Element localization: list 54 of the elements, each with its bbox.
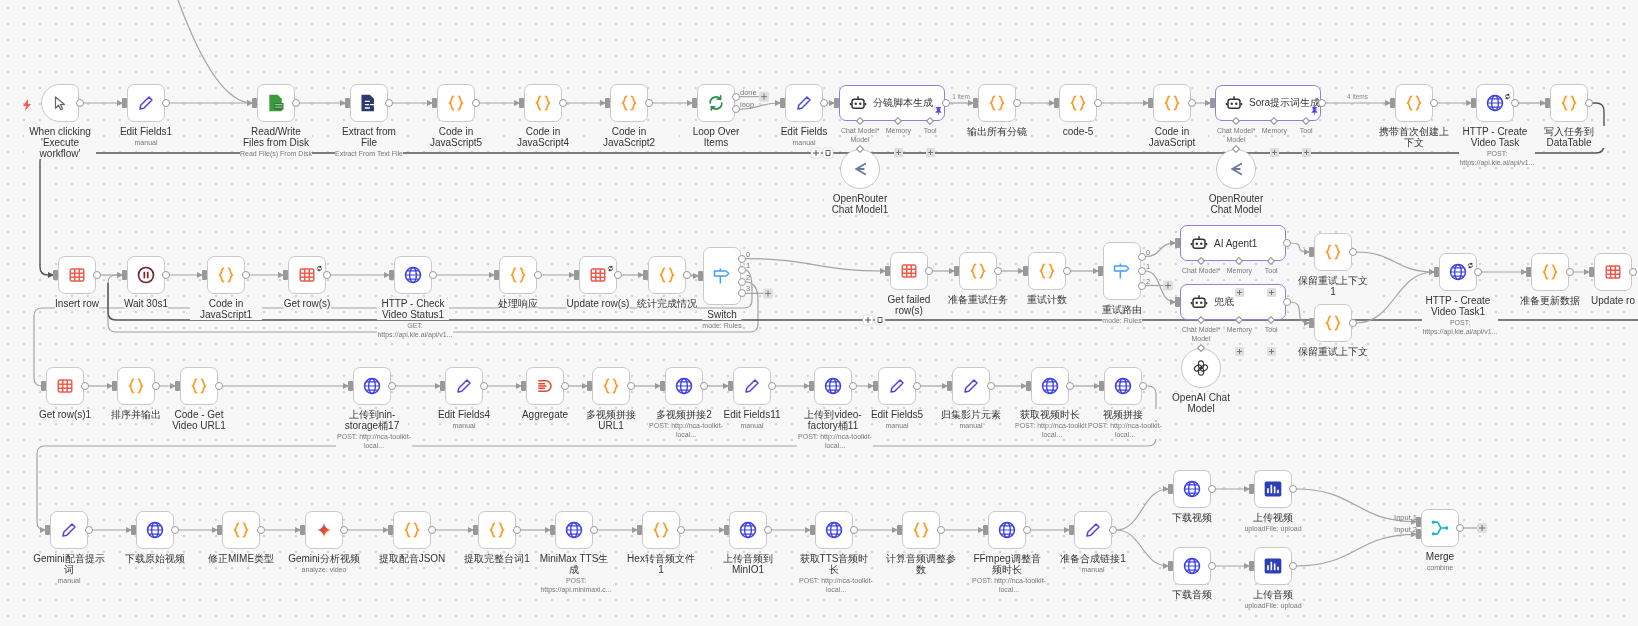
node-label: 输出所有分镜 xyxy=(967,126,1027,137)
node-label: Code in JavaScript1 xyxy=(190,298,262,320)
node-label: 归集影片元素 xyxy=(941,409,1001,420)
node-label: 准备重试任务 xyxy=(948,294,1008,305)
agent-node[interactable]: AI Agent1 xyxy=(1180,225,1286,261)
node-label: Edit Fields xyxy=(780,126,828,137)
node-title: Sora提示词生成 xyxy=(1249,96,1321,110)
node-label: Read/Write Files from Disk xyxy=(240,126,312,148)
node-label: 重试路由 xyxy=(1102,304,1142,315)
node-label: 提取配音JSON xyxy=(378,553,446,564)
node-label: code-5 xyxy=(1062,126,1094,137)
node-label: 携带首次创建上下文 xyxy=(1378,126,1450,148)
node-label: 准备更新数据 xyxy=(1520,295,1580,306)
node-label: 下载音频 xyxy=(1172,589,1212,600)
node-label: 修正MIME类型 xyxy=(207,553,275,564)
node-title: AI Agent1 xyxy=(1214,237,1258,249)
node-label: 获取TTS音频时长 xyxy=(798,553,870,575)
node-label: Edit Fields11 xyxy=(723,409,781,420)
node-label: Edit Fields4 xyxy=(437,409,491,420)
node-label: Aggregate xyxy=(521,409,569,420)
node-label: FFmpeg调整音频时长 xyxy=(971,553,1043,575)
agent-node[interactable]: 兜底 xyxy=(1180,284,1286,320)
node-label: Gemini分析视频 xyxy=(288,553,360,564)
node-label: 下载原始视频 xyxy=(125,553,185,564)
node-label: Update ro xyxy=(1591,295,1635,306)
node-label: Wait 30s1 xyxy=(123,298,169,309)
node-label: Update row(s) xyxy=(566,298,630,309)
node-label: 统计完成情况 xyxy=(637,298,697,309)
node-label: MiniMax TTS生成 xyxy=(538,553,610,575)
node-label: 排序并输出 xyxy=(111,409,161,420)
agent-node[interactable]: Sora提示词生成 xyxy=(1215,85,1321,121)
node-label: 下载视频 xyxy=(1172,512,1212,523)
agent-node[interactable]: 分镜脚本生成 xyxy=(839,85,945,121)
node-label: 准备合成链接1 xyxy=(1060,553,1126,564)
node-label: 提取完整台词1 xyxy=(464,553,530,564)
node-label: When clicking 'Execute workflow' xyxy=(24,126,96,159)
node-label: 保留重试上下文1 xyxy=(1297,275,1369,297)
node-label: Hex转音频文件1 xyxy=(625,553,697,575)
node-label: 重试计数 xyxy=(1027,294,1067,305)
node-label: Merge xyxy=(1425,551,1455,562)
node-label: Get row(s)1 xyxy=(38,409,92,420)
node-title: 分镜脚本生成 xyxy=(873,96,933,110)
node-label: Edit Fields5 xyxy=(870,409,924,420)
node-label: Edit Fields1 xyxy=(119,126,173,137)
node-label: 处理响应 xyxy=(498,298,538,309)
node-label: Get row(s) xyxy=(283,298,331,309)
node-label: Code in JavaScript5 xyxy=(420,126,492,148)
node-label: Insert row xyxy=(55,298,99,309)
node-label: 保留重试上下文 xyxy=(1298,346,1368,357)
node-label: 计算音频调整参数 xyxy=(885,553,957,575)
node-label: Switch xyxy=(702,309,742,320)
node-title: 兜底 xyxy=(1214,295,1234,309)
node-label: Gemini配音提示词 xyxy=(33,553,105,575)
node-label: HTTP - Check Video Status1 xyxy=(377,298,449,320)
